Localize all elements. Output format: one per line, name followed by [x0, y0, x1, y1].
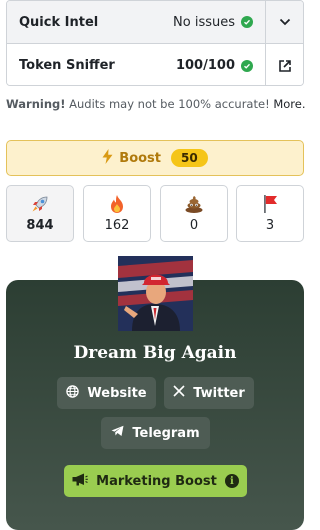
fire-icon — [108, 194, 126, 214]
telegram-icon — [111, 425, 124, 441]
audit-value: 100/100 — [176, 58, 253, 73]
twitter-button[interactable]: Twitter — [164, 377, 254, 409]
audit-row-quick-intel[interactable]: Quick Intel No issues — [7, 1, 303, 44]
reaction-fire[interactable]: 162 — [83, 185, 151, 242]
audit-panel: Quick Intel No issues Token Sniffer 100/… — [6, 0, 304, 86]
audit-label: Token Sniffer — [19, 58, 115, 73]
external-link-icon[interactable] — [265, 44, 303, 85]
reaction-count: 162 — [104, 218, 130, 233]
reaction-poop[interactable]: 0 — [160, 185, 228, 242]
reaction-count: 844 — [26, 218, 54, 233]
audit-label: Quick Intel — [19, 14, 99, 30]
check-icon — [241, 16, 253, 28]
globe-icon — [66, 384, 80, 402]
reaction-red-flag[interactable]: 3 — [236, 185, 304, 242]
telegram-button[interactable]: Telegram — [101, 417, 210, 449]
marketing-boost-button[interactable]: Marketing Boost i — [64, 465, 247, 497]
token-image — [118, 256, 193, 331]
rocket-icon — [30, 194, 50, 214]
warning-text: Audits may not be 100% accurate! — [65, 97, 274, 111]
reaction-count: 0 — [189, 218, 199, 233]
website-label: Website — [87, 385, 147, 401]
token-name: Dream Big Again — [73, 343, 237, 363]
check-icon — [241, 59, 253, 72]
poop-icon — [184, 194, 204, 214]
lightning-icon — [102, 148, 113, 168]
telegram-label: Telegram — [132, 425, 200, 441]
reaction-rocket[interactable]: 844 — [6, 185, 74, 242]
reaction-count: 3 — [265, 218, 275, 233]
marketing-boost-label: Marketing Boost — [96, 473, 217, 489]
x-logo-icon — [173, 385, 185, 401]
audit-value-text: No issues — [173, 14, 235, 30]
boost-count-badge: 50 — [171, 149, 208, 167]
info-icon[interactable]: i — [224, 474, 239, 488]
boost-label: Boost — [119, 150, 162, 166]
twitter-label: Twitter — [193, 385, 245, 401]
warning-more-link[interactable]: More. — [273, 97, 305, 111]
warning-strong: Warning! — [6, 97, 66, 111]
megaphone-icon — [72, 473, 88, 490]
red-flag-icon — [261, 194, 279, 214]
audit-value: No issues — [173, 15, 253, 30]
audit-warning: Warning! Audits may not be 100% accurate… — [6, 97, 306, 111]
chevron-down-icon[interactable] — [265, 1, 303, 43]
audit-row-token-sniffer[interactable]: Token Sniffer 100/100 — [7, 44, 303, 85]
boost-button[interactable]: Boost 50 — [6, 140, 304, 176]
audit-value-text: 100/100 — [175, 58, 235, 73]
website-button[interactable]: Website — [57, 377, 156, 409]
